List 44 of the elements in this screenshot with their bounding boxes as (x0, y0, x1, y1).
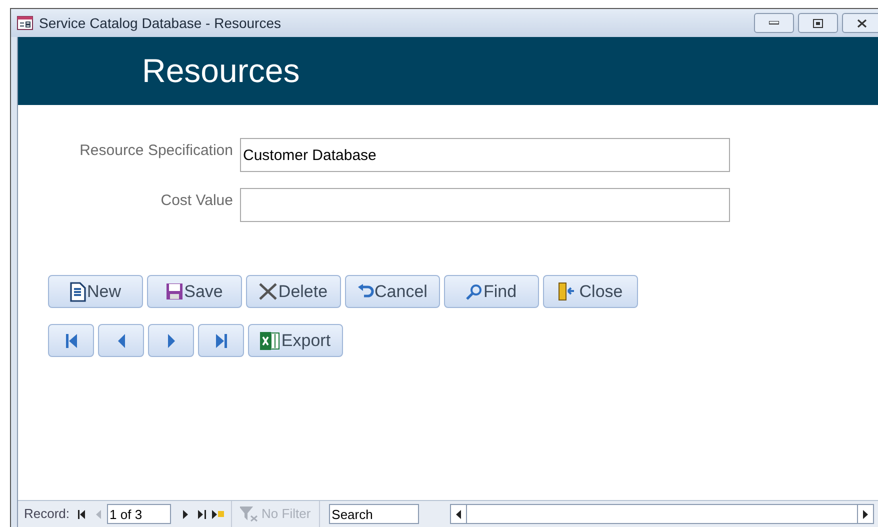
form-title: Resources (142, 51, 300, 92)
first-record-icon[interactable] (78, 510, 86, 518)
search-field[interactable]: Search (328, 504, 419, 524)
export-button[interactable]: Export (248, 324, 343, 357)
restore-icon (813, 18, 823, 28)
record-position-field[interactable]: 1 of 3 (106, 504, 171, 524)
field-label: Resource Specification (78, 141, 234, 161)
find-button[interactable]: Find (444, 275, 539, 308)
first-button[interactable] (48, 324, 94, 357)
next-icon (168, 334, 174, 348)
new-button[interactable]: New (48, 275, 143, 308)
scroll-right-icon[interactable] (863, 510, 868, 518)
next-button[interactable] (148, 324, 194, 357)
window-title: Service Catalog Database - Resources (39, 14, 282, 33)
input-field[interactable]: Customer Database (240, 138, 730, 172)
scroll-left-icon[interactable] (456, 510, 461, 518)
undo-arrow-icon (358, 284, 374, 299)
horizontal-scrollbar[interactable] (450, 504, 874, 524)
cancel-button[interactable]: Cancel (345, 275, 440, 308)
record-label: Record: (24, 505, 70, 524)
last-record-icon[interactable] (198, 510, 206, 518)
close-icon (857, 18, 867, 28)
delete-button[interactable]: Delete (246, 275, 341, 308)
previous-icon (118, 334, 124, 348)
last-record-icon (216, 334, 226, 348)
minimize-button[interactable] (754, 13, 794, 33)
document-icon (70, 282, 86, 302)
search-icon (466, 284, 482, 300)
previous-button[interactable] (98, 324, 144, 357)
next-record-icon[interactable] (182, 510, 188, 518)
first-record-icon (66, 334, 76, 348)
form-icon (17, 16, 33, 30)
input-field[interactable] (240, 188, 730, 222)
filter-icon (240, 506, 258, 522)
minimize-icon (769, 21, 779, 25)
new-record-icon[interactable] (212, 510, 224, 518)
restore-button[interactable] (798, 13, 838, 33)
last-button[interactable] (198, 324, 244, 357)
save-button[interactable]: Save (147, 275, 242, 308)
close-button[interactable]: Close (543, 275, 638, 308)
x-icon (259, 283, 278, 300)
close-button[interactable] (842, 13, 878, 33)
field-label: Cost Value (160, 191, 234, 211)
spreadsheet-icon (260, 330, 280, 350)
